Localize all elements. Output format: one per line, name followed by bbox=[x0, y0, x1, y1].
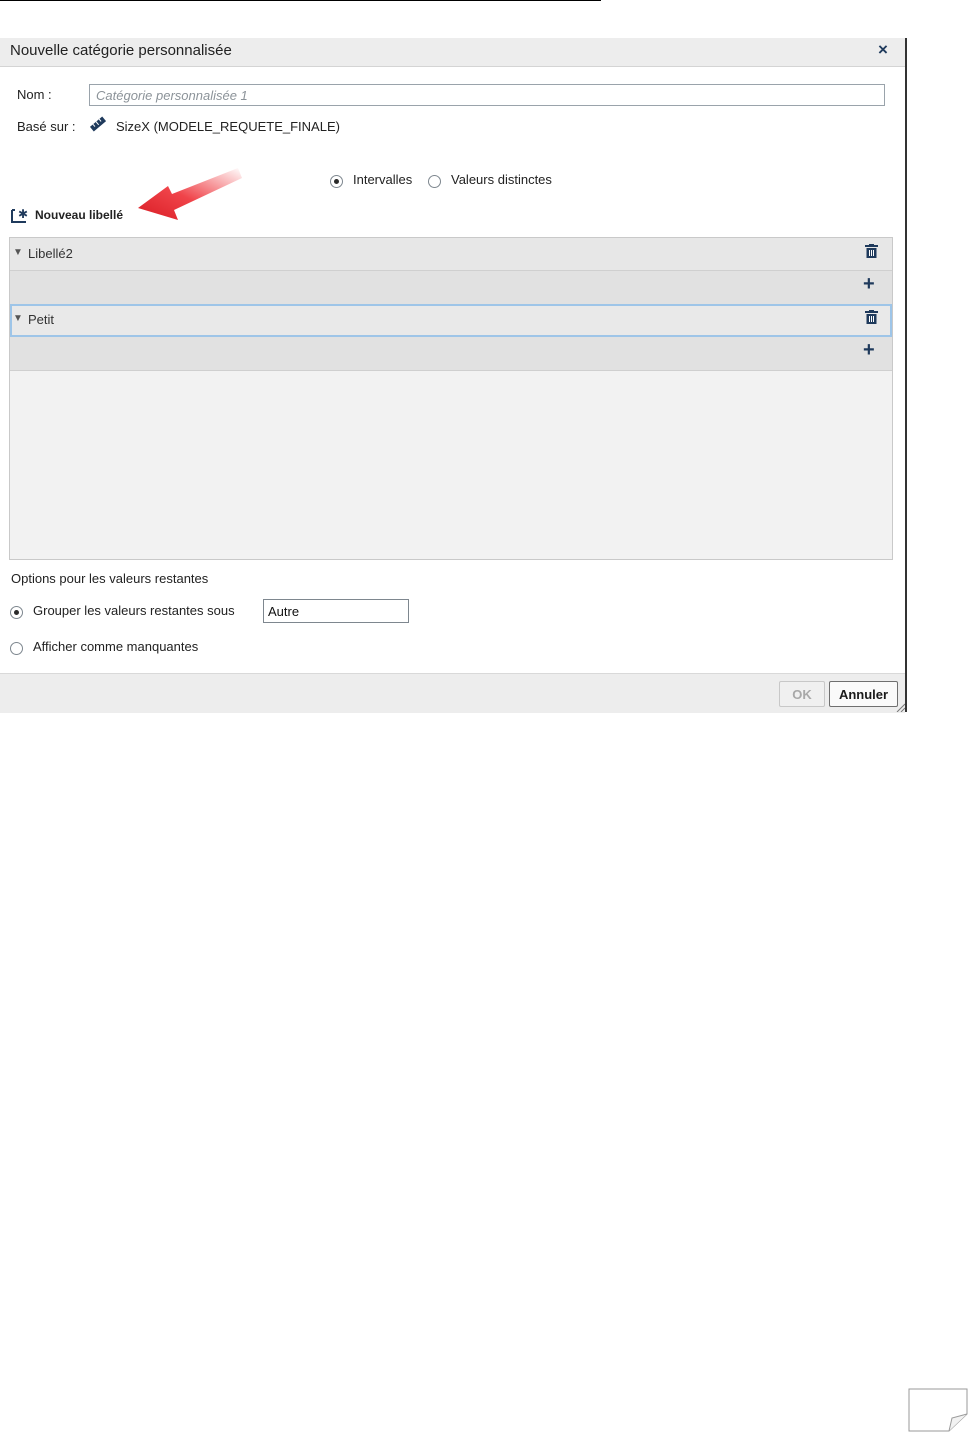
group-remaining-input[interactable] bbox=[263, 599, 409, 623]
cancel-button[interactable]: Annuler bbox=[829, 681, 898, 707]
distinct-values-label: Valeurs distinctes bbox=[451, 172, 552, 187]
name-label: Nom : bbox=[17, 87, 52, 102]
label-row-header-selected[interactable] bbox=[10, 304, 892, 337]
based-on-label: Basé sur : bbox=[17, 119, 76, 134]
trash-icon[interactable] bbox=[865, 310, 878, 327]
show-missing-radio[interactable] bbox=[10, 642, 23, 655]
based-on-value: SizeX (MODELE_REQUETE_FINALE) bbox=[116, 119, 340, 134]
dialog-footer bbox=[0, 673, 905, 713]
page-top-rule bbox=[0, 0, 601, 1]
show-missing-label: Afficher comme manquantes bbox=[33, 639, 199, 654]
label-values-row bbox=[10, 337, 892, 371]
dialog-titlebar: Nouvelle catégorie personnalisée × bbox=[0, 38, 905, 67]
close-icon[interactable]: × bbox=[878, 40, 888, 60]
dialog-right-border bbox=[905, 38, 907, 712]
distinct-values-radio[interactable] bbox=[428, 175, 441, 188]
add-interval-icon[interactable]: + bbox=[863, 274, 875, 294]
intervals-radio[interactable] bbox=[330, 175, 343, 188]
add-interval-icon[interactable]: + bbox=[863, 340, 875, 360]
page-corner-icon bbox=[908, 1388, 968, 1432]
trash-icon[interactable] bbox=[865, 244, 878, 261]
collapse-triangle-icon[interactable]: ▼ bbox=[13, 247, 23, 258]
label-row-title: Libellé2 bbox=[28, 246, 73, 261]
label-values-row bbox=[10, 271, 892, 305]
group-remaining-radio[interactable] bbox=[10, 606, 23, 619]
new-label-button[interactable]: Nouveau libellé bbox=[35, 208, 123, 222]
name-input[interactable] bbox=[89, 84, 885, 106]
dialog-title: Nouvelle catégorie personnalisée bbox=[10, 42, 232, 59]
new-label-icon[interactable]: ✱ bbox=[11, 207, 29, 226]
svg-text:✱: ✱ bbox=[18, 207, 28, 221]
measure-icon bbox=[89, 116, 107, 135]
intervals-label: Intervalles bbox=[353, 172, 413, 187]
label-row-header[interactable] bbox=[10, 238, 892, 271]
resize-grip-icon[interactable] bbox=[895, 700, 906, 715]
group-remaining-label: Grouper les valeurs restantes sous bbox=[33, 603, 235, 618]
collapse-triangle-icon[interactable]: ▼ bbox=[13, 313, 23, 324]
ok-button[interactable]: OK bbox=[779, 681, 825, 707]
label-row-title: Petit bbox=[28, 312, 55, 327]
annotation-arrow-icon bbox=[138, 168, 242, 220]
remaining-options-heading: Options pour les valeurs restantes bbox=[11, 571, 209, 586]
